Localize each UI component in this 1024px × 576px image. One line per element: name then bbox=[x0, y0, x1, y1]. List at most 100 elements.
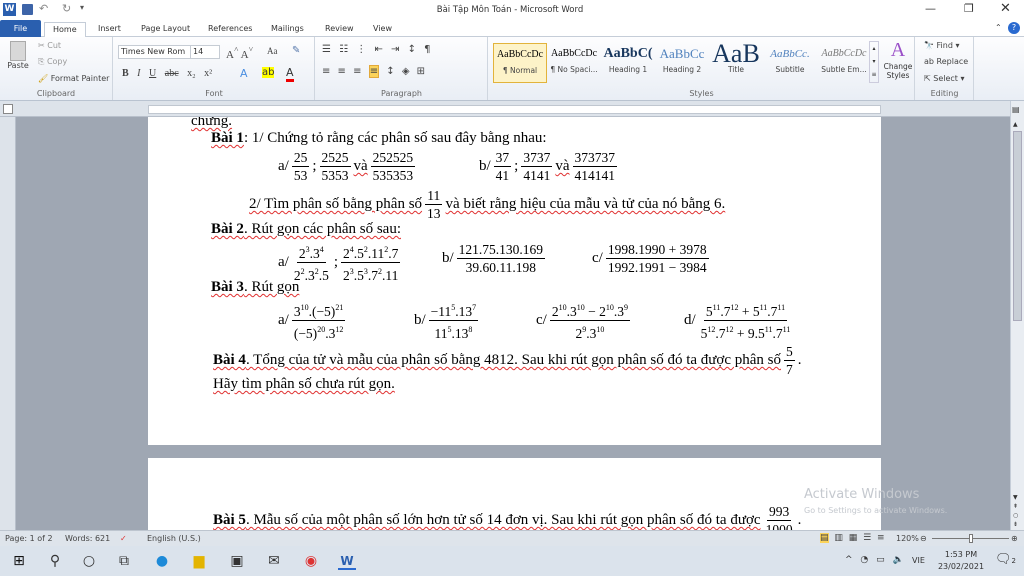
scroll-up-icon[interactable]: ▲ bbox=[1013, 121, 1018, 128]
save-icon[interactable] bbox=[22, 4, 33, 15]
bai3-heading: Bài 3. Rút gọn bbox=[211, 279, 300, 295]
customize-quick-access-icon[interactable]: ▾ bbox=[80, 3, 84, 12]
fraction: 3737 4141 bbox=[521, 149, 553, 184]
clock[interactable]: 1:53 PM 23/02/2021 bbox=[936, 549, 986, 573]
find-button[interactable]: 🔭 Find ▾ bbox=[924, 41, 959, 50]
tab-view[interactable]: View bbox=[365, 22, 400, 37]
denominator: 13 bbox=[427, 206, 441, 221]
edge-icon[interactable]: ● bbox=[153, 552, 171, 570]
scrollbar-thumb[interactable] bbox=[1013, 131, 1022, 321]
file-explorer-icon[interactable]: ▆ bbox=[190, 552, 208, 570]
editing-group: 🔭 Find ▾ ab Replace ⇱ Select ▾ Editing bbox=[916, 37, 974, 100]
tab-file[interactable]: File bbox=[0, 20, 41, 37]
language[interactable]: English (U.S.) bbox=[147, 531, 201, 546]
font-color-icon[interactable]: A bbox=[286, 66, 294, 82]
tab-mailings[interactable]: Mailings bbox=[263, 22, 312, 37]
style-no-spaci[interactable]: AaBbCcDc ¶ No Spaci... bbox=[547, 43, 601, 83]
cut-button[interactable]: ✂ Cut bbox=[38, 41, 61, 50]
close-button[interactable]: ✕ bbox=[1000, 1, 1011, 16]
style-heading-2[interactable]: AaBbCc Heading 2 bbox=[655, 43, 709, 83]
proofing-icon[interactable]: ✓ bbox=[120, 531, 127, 546]
cortana-icon[interactable]: ○ bbox=[80, 552, 98, 570]
bai2-heading: Bài 2. Rút gọn các phân số sau: bbox=[211, 221, 401, 237]
style-normal[interactable]: AaBbCcDc ¶ Normal bbox=[493, 43, 547, 83]
copy-button[interactable]: ⎘ Copy bbox=[38, 57, 67, 67]
style-subtitle[interactable]: AaBbCc. Subtitle bbox=[763, 43, 817, 83]
numerator: 23.34 bbox=[296, 241, 326, 263]
word-icon[interactable]: W bbox=[338, 552, 356, 570]
bai1-part2: 2/ Tìm phân số bằng phân số 11 13 và biết r… bbox=[249, 187, 726, 222]
horizontal-ruler[interactable] bbox=[0, 101, 1024, 117]
document-area[interactable]: chứng. Bài 1: 1/ Chứng tỏ rằng các phân … bbox=[16, 117, 1010, 530]
style-heading-1[interactable]: AaBbC(Heading 1 bbox=[601, 43, 655, 83]
store-icon[interactable]: ▣ bbox=[228, 552, 246, 570]
notification-count: 2 bbox=[1011, 557, 1016, 565]
change-case-button[interactable]: Aa bbox=[267, 46, 278, 56]
style-name: Subtle Em... bbox=[821, 65, 867, 74]
bai1-b: b/37 41; 3737 4141 và 373737 414141 bbox=[479, 149, 618, 184]
zoom-in-button[interactable]: ⊕ bbox=[1011, 531, 1018, 546]
tab-review[interactable]: Review bbox=[317, 22, 362, 37]
paste-label: Paste bbox=[7, 61, 29, 70]
grow-font-button[interactable]: A˄ A˅ bbox=[226, 45, 253, 61]
view-buttons[interactable]: ▤ ▥ ▦ ☰ ≡ bbox=[820, 531, 885, 546]
word-count[interactable]: Words: 621 bbox=[65, 531, 110, 546]
tab-home[interactable]: Home bbox=[44, 22, 86, 38]
replace-button[interactable]: ab Replace bbox=[924, 57, 968, 66]
redo-icon[interactable]: ↻ bbox=[62, 2, 71, 15]
change-styles-button[interactable]: A Change Styles bbox=[881, 39, 915, 80]
page-count[interactable]: Page: 1 of 2 bbox=[5, 531, 53, 546]
zoom-slider-thumb[interactable] bbox=[969, 534, 973, 543]
minimize-ribbon-icon[interactable]: ⌃ bbox=[995, 23, 1002, 32]
browse-buttons[interactable]: ▼ ⇞ ○ ⇟ bbox=[1013, 493, 1018, 529]
search-icon[interactable]: ⚲ bbox=[46, 552, 64, 570]
bai3-b: b/−115.137 115.138 bbox=[414, 299, 481, 342]
style-title[interactable]: AaB Title bbox=[709, 43, 763, 83]
select-label: Select bbox=[933, 74, 958, 83]
clear-formatting-icon[interactable]: ✎ bbox=[292, 45, 300, 56]
word-logo-icon: W bbox=[3, 3, 16, 16]
list-buttons[interactable]: ☰ ☷ ⋮ ⇤ ⇥ ↕ ¶ bbox=[322, 44, 431, 55]
style-subtle-em[interactable]: AaBbCcDc Subtle Em... bbox=[817, 43, 871, 83]
vertical-ruler[interactable] bbox=[0, 117, 16, 530]
styles-scroll[interactable]: ▴ ▾ ≡ bbox=[869, 41, 879, 83]
task-view-icon[interactable]: ⧉ bbox=[115, 552, 133, 570]
tab-selector[interactable] bbox=[3, 104, 13, 114]
highlight-icon[interactable]: ab bbox=[262, 67, 275, 78]
text-effects-icon[interactable]: A bbox=[240, 67, 248, 80]
paragraph-group: ☰ ☷ ⋮ ⇤ ⇥ ↕ ¶ ≡ ≡ ≡ ≡ ↕ ◈ ⊞ Paragraph bbox=[316, 37, 488, 100]
restore-button[interactable]: ❐ bbox=[964, 2, 974, 15]
paste-button[interactable]: Paste bbox=[6, 41, 30, 81]
numerator: 2525 bbox=[319, 150, 351, 167]
help-icon[interactable]: ? bbox=[1008, 22, 1020, 34]
undo-icon[interactable]: ↶ bbox=[39, 2, 48, 15]
bai5-text: Bài 5. Mẫu số của một phân số lớn hơn tử… bbox=[213, 503, 801, 530]
tab-insert[interactable]: Insert bbox=[90, 22, 129, 37]
windows-start-icon[interactable]: ⊞ bbox=[10, 552, 28, 570]
chrome-icon[interactable]: ◉ bbox=[302, 552, 320, 570]
fraction: 11 13 bbox=[425, 187, 443, 222]
notifications-icon[interactable]: 🗨2 bbox=[995, 552, 1016, 567]
mail-icon[interactable]: ✉ bbox=[265, 552, 283, 570]
font-size-select[interactable]: 14 bbox=[190, 45, 220, 59]
align-buttons[interactable]: ≡ ≡ ≡ ≡ ↕ ◈ ⊞ bbox=[322, 65, 425, 78]
zoom-out-button[interactable]: ⊖ bbox=[920, 531, 927, 546]
numerator: 3737 bbox=[521, 150, 553, 167]
fraction: −115.137 115.138 bbox=[428, 299, 479, 342]
tab-references[interactable]: References bbox=[200, 22, 260, 37]
style-name: Heading 1 bbox=[608, 65, 648, 74]
styles-group: AaBbCcDc ¶ Normal AaBbCcDc ¶ No Spaci... AaB… bbox=[489, 37, 915, 100]
minimize-button[interactable]: — bbox=[925, 2, 936, 15]
zoom-level[interactable]: 120% bbox=[896, 531, 919, 546]
font-name-select[interactable]: Times New Rom bbox=[118, 45, 193, 59]
ruler-toggle-icon[interactable]: ▤ bbox=[1012, 105, 1020, 114]
style-name: Heading 2 bbox=[662, 65, 702, 74]
format-painter-button[interactable]: 🖌 Format Painter bbox=[38, 74, 109, 83]
vertical-scrollbar[interactable]: ▤ ▲ ▼ ⇞ ○ ⇟ bbox=[1010, 101, 1024, 530]
style-preview: AaB bbox=[712, 43, 760, 65]
input-language[interactable]: VIE bbox=[912, 556, 925, 565]
font-format-buttons[interactable]: B I U abc x₂ x² bbox=[122, 68, 212, 79]
tab-page-layout[interactable]: Page Layout bbox=[133, 22, 198, 37]
system-tray-icons[interactable]: ^ ◔ ▭ 🔈 bbox=[845, 555, 904, 565]
select-button[interactable]: ⇱ Select ▾ bbox=[924, 74, 965, 83]
